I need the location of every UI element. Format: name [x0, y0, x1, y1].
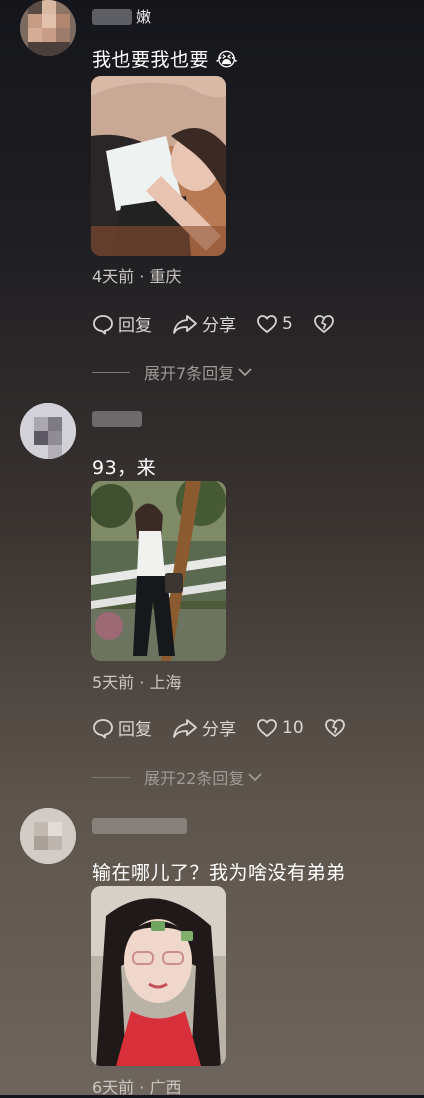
username-text: 嫩 — [136, 8, 152, 26]
action-bar: 回复 分享 5 — [92, 311, 355, 336]
broken-heart-icon — [313, 314, 334, 333]
avatar-pixelated-image — [20, 808, 76, 864]
avatar-pixelated-image — [20, 403, 76, 459]
comment-photo[interactable] — [91, 481, 226, 661]
username[interactable] — [92, 411, 146, 427]
photo-image — [91, 76, 226, 256]
share-button[interactable]: 分享 — [172, 715, 236, 740]
reply-label: 回复 — [118, 316, 152, 336]
comment-text: 我也要我也要 😭 — [92, 49, 239, 71]
photo-image — [91, 886, 226, 1066]
heart-icon — [257, 314, 277, 333]
dislike-button[interactable] — [324, 718, 346, 738]
comment-photo[interactable] — [91, 76, 226, 256]
reply-icon — [93, 718, 113, 738]
photo-image — [91, 481, 226, 661]
avatar-pixelated-image — [20, 0, 76, 56]
comment-meta: 6天前 · 广西 — [92, 1078, 182, 1097]
share-label: 分享 — [202, 316, 236, 336]
reply-button[interactable]: 回复 — [92, 311, 152, 336]
reply-label: 回复 — [118, 720, 152, 740]
like-count: 10 — [282, 717, 304, 738]
reply-button[interactable]: 回复 — [92, 715, 152, 740]
expand-replies[interactable]: 展开22条回复 — [92, 765, 263, 789]
username[interactable]: 嫩 — [92, 6, 151, 27]
share-label: 分享 — [202, 720, 236, 740]
expand-label: 展开7条回复 — [144, 364, 235, 383]
like-button[interactable]: 5 — [256, 314, 293, 334]
share-arrow-icon — [173, 314, 197, 334]
share-arrow-icon — [173, 718, 197, 738]
comment-meta: 4天前 · 重庆 — [92, 267, 182, 286]
avatar[interactable] — [20, 808, 76, 864]
share-button[interactable]: 分享 — [172, 311, 236, 336]
avatar[interactable] — [20, 403, 76, 459]
comment-text: 输在哪儿了？我为啥没有弟弟 — [92, 862, 346, 884]
reply-icon — [93, 314, 113, 334]
broken-heart-icon — [324, 718, 345, 737]
avatar[interactable] — [20, 0, 76, 56]
expand-replies[interactable]: 展开7条回复 — [92, 360, 253, 384]
like-count: 5 — [282, 313, 293, 334]
expand-label: 展开22条回复 — [144, 769, 245, 788]
username[interactable] — [92, 818, 191, 834]
chevron-down-icon — [238, 368, 252, 377]
comment-photo[interactable] — [91, 886, 226, 1066]
divider-line — [92, 776, 130, 778]
divider-line — [92, 371, 130, 373]
username-blur — [92, 818, 187, 834]
username-blur — [92, 8, 132, 25]
heart-icon — [257, 718, 277, 737]
comment-meta: 5天前 · 上海 — [92, 673, 182, 692]
comment-text: 93，来 — [92, 457, 157, 479]
action-bar: 回复 分享 10 — [92, 715, 366, 740]
chevron-down-icon — [248, 773, 263, 782]
dislike-button[interactable] — [313, 314, 335, 334]
like-button[interactable]: 10 — [256, 718, 304, 738]
username-blur — [92, 411, 142, 427]
